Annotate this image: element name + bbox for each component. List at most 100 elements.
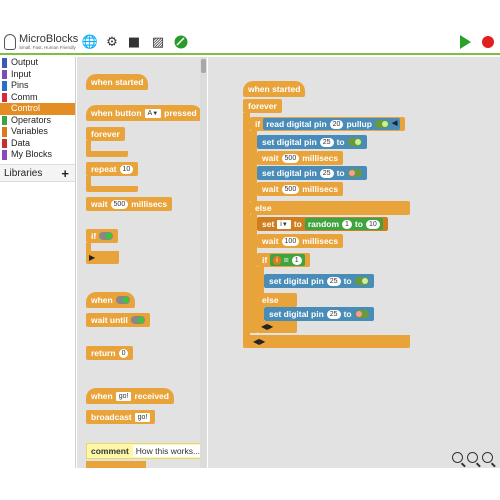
block-label: millisecs: [302, 153, 339, 163]
zoom-reset-icon[interactable]: [467, 452, 478, 463]
script-forever-block[interactable]: forever: [243, 99, 282, 113]
message-input[interactable]: go!: [115, 391, 132, 401]
palette-wait-block[interactable]: wait 500 millisecs: [86, 197, 173, 211]
palette-when-received-block[interactable]: when go! received: [86, 388, 174, 404]
script-if-block[interactable]: if read digital pin 20 pullup ◀: [250, 117, 406, 131]
wait-value-input[interactable]: 500: [281, 184, 300, 194]
libraries-header[interactable]: Libraries +: [0, 163, 75, 183]
add-library-button[interactable]: +: [61, 165, 69, 183]
graph-icon[interactable]: ▨: [150, 34, 166, 50]
expand-arrow-icon[interactable]: ▶: [89, 253, 95, 262]
category-variables[interactable]: Variables: [0, 126, 75, 138]
comment-text[interactable]: How this works...: [132, 445, 204, 457]
value-toggle[interactable]: [354, 310, 369, 318]
script-set-variable-block[interactable]: set i▼ to random 1 to 10: [257, 217, 388, 231]
value-toggle[interactable]: [347, 169, 362, 177]
palette-if-block[interactable]: if: [86, 229, 119, 243]
expand-arrows-icon[interactable]: ◀▶: [261, 322, 273, 331]
category-label: Variables: [11, 126, 48, 136]
if-arm: [250, 131, 257, 201]
category-output[interactable]: Output: [0, 57, 75, 69]
random-from-input[interactable]: 1: [342, 219, 352, 229]
button-dropdown[interactable]: A▼: [144, 108, 162, 118]
category-my-blocks[interactable]: My Blocks: [0, 149, 75, 161]
zoom-in-icon[interactable]: [482, 452, 493, 463]
block-label: random: [307, 219, 340, 229]
script-set-pin-block[interactable]: set digital pin 25 to: [257, 135, 367, 149]
condition-toggle[interactable]: [99, 232, 114, 240]
file-icon[interactable]: ■: [126, 34, 142, 50]
category-swatch: [2, 138, 7, 148]
value-toggle[interactable]: [347, 138, 362, 146]
palette-when-started-block[interactable]: when started: [86, 74, 149, 90]
palette-repeat-block[interactable]: repeat 10: [86, 162, 139, 176]
broadcast-input[interactable]: go!: [134, 412, 151, 422]
app-tagline: Small, Fast, Human Friendly: [19, 45, 76, 50]
repeat-footer: [86, 186, 138, 192]
block-label: to: [343, 276, 352, 286]
pin-input[interactable]: 25: [319, 137, 334, 147]
repeat-count-input[interactable]: 10: [119, 164, 134, 174]
category-data[interactable]: Data: [0, 138, 75, 150]
pin-input[interactable]: 25: [326, 309, 341, 319]
script-wait-block[interactable]: wait 500 millisecs: [257, 182, 344, 196]
pin-input[interactable]: 25: [319, 168, 334, 178]
scrollbar-thumb[interactable]: [201, 59, 206, 73]
collapse-arrow-icon[interactable]: ◀: [392, 118, 397, 130]
category-swatch: [2, 92, 7, 102]
block-label: when: [91, 391, 113, 401]
palette-broadcast-block[interactable]: broadcast go!: [86, 410, 156, 424]
palette-scrollbar[interactable]: [200, 57, 207, 468]
category-swatch: [2, 115, 7, 125]
script-wait-block[interactable]: wait 500 millisecs: [257, 151, 344, 165]
palette-when-button-block[interactable]: when button A▼ pressed: [86, 105, 202, 121]
pin-input[interactable]: 20: [329, 119, 344, 129]
block-label: to: [343, 309, 352, 319]
random-reporter[interactable]: random 1 to 10: [304, 218, 383, 230]
globe-icon[interactable]: 🌐: [82, 34, 98, 50]
equals-reporter[interactable]: i = 1: [270, 254, 305, 266]
stop-icon[interactable]: [482, 36, 494, 48]
variable-dropdown[interactable]: i▼: [277, 219, 291, 229]
wait-value-input[interactable]: 500: [110, 199, 129, 209]
equals-right-input[interactable]: 1: [291, 255, 302, 265]
gear-icon[interactable]: ⚙: [104, 34, 120, 50]
script-set-pin-block[interactable]: set digital pin 25 to: [264, 307, 374, 321]
variable-reporter[interactable]: i: [273, 255, 281, 265]
script-inner-if-block[interactable]: if i = 1: [257, 253, 310, 267]
category-input[interactable]: Input: [0, 69, 75, 81]
pin-input[interactable]: 25: [326, 276, 341, 286]
category-operators[interactable]: Operators: [0, 115, 75, 127]
palette-wait-until-block[interactable]: wait until: [86, 313, 150, 327]
wait-value-input[interactable]: 500: [281, 153, 300, 163]
wait-value-input[interactable]: 100: [281, 236, 300, 246]
script-inner-else-label: else: [257, 293, 297, 307]
script-wait-block[interactable]: wait 100 millisecs: [257, 234, 344, 248]
block-label: forever: [248, 101, 277, 111]
palette-return-block[interactable]: return 0: [86, 346, 134, 360]
palette-comment-block[interactable]: comment How this works...: [86, 443, 206, 459]
block-label: when started: [248, 84, 301, 94]
condition-toggle[interactable]: [115, 296, 130, 304]
script-when-started-block[interactable]: when started: [243, 81, 306, 97]
category-comm[interactable]: Comm: [0, 92, 75, 104]
pullup-toggle[interactable]: [374, 120, 389, 128]
connection-icon[interactable]: [173, 34, 189, 50]
condition-toggle[interactable]: [130, 316, 145, 324]
libraries-label: Libraries: [4, 167, 43, 179]
read-digital-pin-reporter[interactable]: read digital pin 20 pullup ◀: [263, 118, 401, 130]
palette-forever-block[interactable]: forever: [86, 127, 125, 141]
category-pins[interactable]: Pins: [0, 80, 75, 92]
zoom-out-icon[interactable]: [452, 452, 463, 463]
script-set-pin-block[interactable]: set digital pin 25 to: [257, 166, 367, 180]
expand-arrows-icon[interactable]: ◀▶: [253, 337, 265, 346]
script-set-pin-block[interactable]: set digital pin 25 to: [264, 274, 374, 288]
return-value-input[interactable]: 0: [118, 348, 129, 358]
random-to-input[interactable]: 10: [365, 219, 380, 229]
block-palette: when started when button A▼ pressed fore…: [77, 57, 207, 468]
palette-when-block[interactable]: when: [86, 292, 135, 308]
play-icon[interactable]: [460, 35, 471, 49]
value-toggle[interactable]: [354, 277, 369, 285]
category-control[interactable]: Control: [0, 103, 75, 115]
scripting-area[interactable]: when started forever if read digital pin…: [208, 57, 500, 468]
